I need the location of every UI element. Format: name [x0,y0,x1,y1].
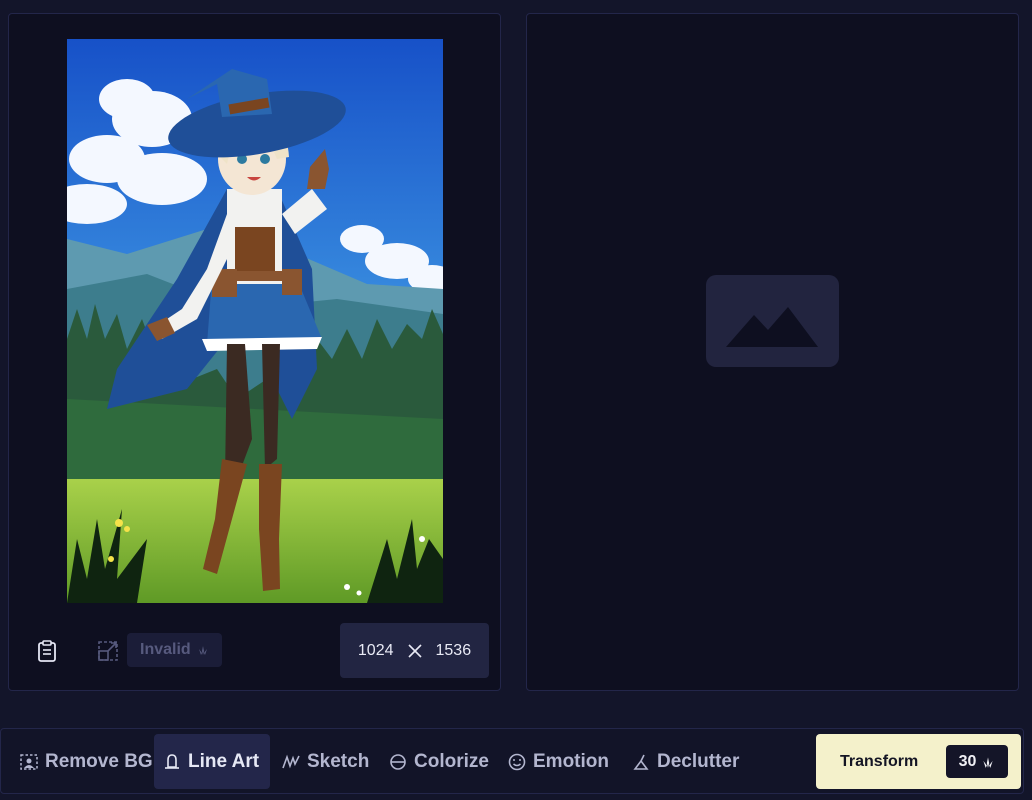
cost-value: 30 [958,752,977,770]
source-image [67,39,443,603]
result-image-panel [526,13,1019,691]
cost-badge: 30 [946,745,1008,778]
mode-tab-colorize[interactable]: Colorize [380,734,497,789]
emotion-icon [508,753,526,770]
mode-label: Declutter [657,750,740,772]
remove-bg-icon [20,753,38,770]
anlas-icon [983,756,994,768]
mode-label: Colorize [414,750,489,772]
bell-icon [165,753,179,769]
clipboard-icon [38,640,56,662]
mode-label: Sketch [307,750,370,772]
invalid-label: Invalid [140,641,191,658]
image-dimensions: 1024 1536 [340,623,489,678]
declutter-icon [633,754,649,770]
image-placeholder-icon [706,275,839,367]
anlas-icon [198,646,207,655]
source-image-panel: Invalid 1024 1536 [8,13,501,691]
mode-tab-line-art[interactable]: Line Art [154,734,270,789]
times-icon [407,643,422,658]
transform-label: Transform [840,752,919,770]
transform-button[interactable]: Transform 30 [816,734,1021,789]
mode-tab-sketch[interactable]: Sketch [273,734,377,789]
upscale-icon [98,641,118,661]
mode-label: Emotion [533,750,609,772]
image-width: 1024 [357,641,394,659]
upscale-invalid-button: Invalid [127,633,222,667]
paste-from-clipboard-button[interactable] [34,638,60,664]
image-height: 1536 [435,641,472,659]
mode-tab-emotion[interactable]: Emotion [499,734,617,789]
mode-tab-remove-bg[interactable]: Remove BG [11,734,161,789]
sketch-icon [282,754,300,768]
colorize-icon [390,753,406,770]
mode-label: Remove BG [45,750,153,772]
mode-label: Line Art [188,750,260,772]
mode-tab-declutter[interactable]: Declutter [623,734,747,789]
